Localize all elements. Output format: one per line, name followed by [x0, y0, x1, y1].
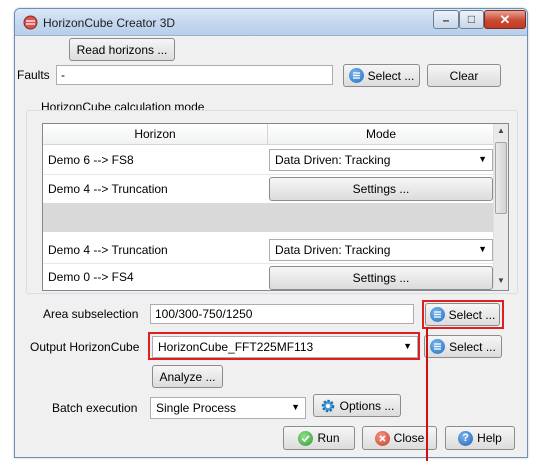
- horizon-mode-table: Horizon Mode Demo 6 --> FS8 Data Driven:…: [42, 123, 509, 291]
- faults-field[interactable]: -: [56, 65, 333, 85]
- analyze-label: Analyze ...: [159, 369, 216, 384]
- select-list-icon: [348, 68, 364, 83]
- area-select-highlight: [422, 300, 504, 329]
- run-button[interactable]: Run: [283, 426, 355, 450]
- empty-table-row: [43, 203, 495, 232]
- chevron-down-icon: ▼: [291, 402, 300, 412]
- table-row-horizon[interactable]: Demo 0 --> FS4: [43, 263, 268, 290]
- table-scrollbar[interactable]: ▲ ▼: [493, 124, 508, 290]
- settings-label: Settings ...: [352, 182, 410, 196]
- close-icon: ✕: [499, 12, 511, 27]
- close-window-button[interactable]: ✕: [484, 10, 526, 29]
- mode-combo[interactable]: Data Driven: Tracking ▼: [269, 149, 493, 171]
- help-label: Help: [477, 431, 502, 445]
- settings-button[interactable]: Settings ...: [269, 266, 493, 290]
- help-button[interactable]: ? Help: [445, 426, 515, 450]
- faults-label: Faults: [17, 68, 50, 82]
- select-list-icon: [430, 339, 446, 354]
- settings-button[interactable]: Settings ...: [269, 177, 493, 201]
- scroll-down-icon[interactable]: ▼: [494, 276, 508, 285]
- faults-select-label: Select ...: [367, 68, 415, 83]
- mode-combo-value: Data Driven: Tracking: [275, 153, 391, 167]
- column-header-horizon[interactable]: Horizon: [43, 124, 268, 145]
- title-bar[interactable]: HorizonCube Creator 3D – □ ✕: [15, 9, 527, 36]
- mode-combo-value: Data Driven: Tracking: [275, 243, 391, 257]
- column-header-mode[interactable]: Mode: [268, 124, 495, 145]
- output-horizoncube-label: Output HorizonCube: [30, 340, 140, 354]
- app-icon: [23, 15, 38, 30]
- window-title: HorizonCube Creator 3D: [43, 16, 176, 30]
- minimize-icon: –: [442, 13, 450, 27]
- scroll-thumb[interactable]: [495, 142, 507, 214]
- scroll-up-icon[interactable]: ▲: [494, 126, 508, 135]
- output-select-button[interactable]: Select ...: [424, 335, 502, 358]
- area-subselection-field[interactable]: 100/300-750/1250: [150, 304, 414, 324]
- minimize-button[interactable]: –: [433, 10, 459, 29]
- chevron-down-icon: ▼: [478, 154, 487, 164]
- chevron-down-icon: ▼: [478, 244, 487, 254]
- read-horizons-button[interactable]: Read horizons ...: [69, 38, 175, 61]
- maximize-icon: □: [467, 12, 476, 26]
- table-row-horizon[interactable]: Demo 4 --> Truncation: [43, 175, 268, 203]
- maximize-button[interactable]: □: [459, 10, 484, 29]
- output-combo-highlight: [148, 332, 420, 360]
- analyze-button[interactable]: Analyze ...: [152, 365, 223, 388]
- batch-execution-combo[interactable]: Single Process ▼: [150, 397, 306, 419]
- help-icon: ?: [458, 430, 474, 446]
- close-icon: [374, 430, 390, 446]
- options-button[interactable]: Options ...: [313, 394, 401, 417]
- clear-label: Clear: [449, 68, 479, 83]
- annotation-line: [426, 327, 428, 461]
- gear-icon: [321, 399, 334, 412]
- settings-label: Settings ...: [352, 271, 410, 285]
- batch-execution-value: Single Process: [156, 401, 237, 415]
- faults-select-button[interactable]: Select ...: [343, 64, 420, 87]
- mode-combo[interactable]: Data Driven: Tracking ▼: [269, 239, 493, 261]
- run-label: Run: [317, 431, 340, 445]
- run-icon: [298, 430, 314, 446]
- read-horizons-label: Read horizons ...: [76, 42, 168, 57]
- close-label: Close: [393, 431, 425, 445]
- table-row-horizon[interactable]: Demo 6 --> FS8: [43, 146, 268, 174]
- area-subselection-label: Area subselection: [43, 307, 139, 321]
- batch-execution-label: Batch execution: [52, 401, 138, 415]
- options-label: Options ...: [339, 398, 395, 413]
- table-row-horizon[interactable]: Demo 4 --> Truncation: [43, 236, 268, 264]
- output-select-label: Select ...: [449, 339, 496, 354]
- clear-button[interactable]: Clear: [427, 64, 501, 87]
